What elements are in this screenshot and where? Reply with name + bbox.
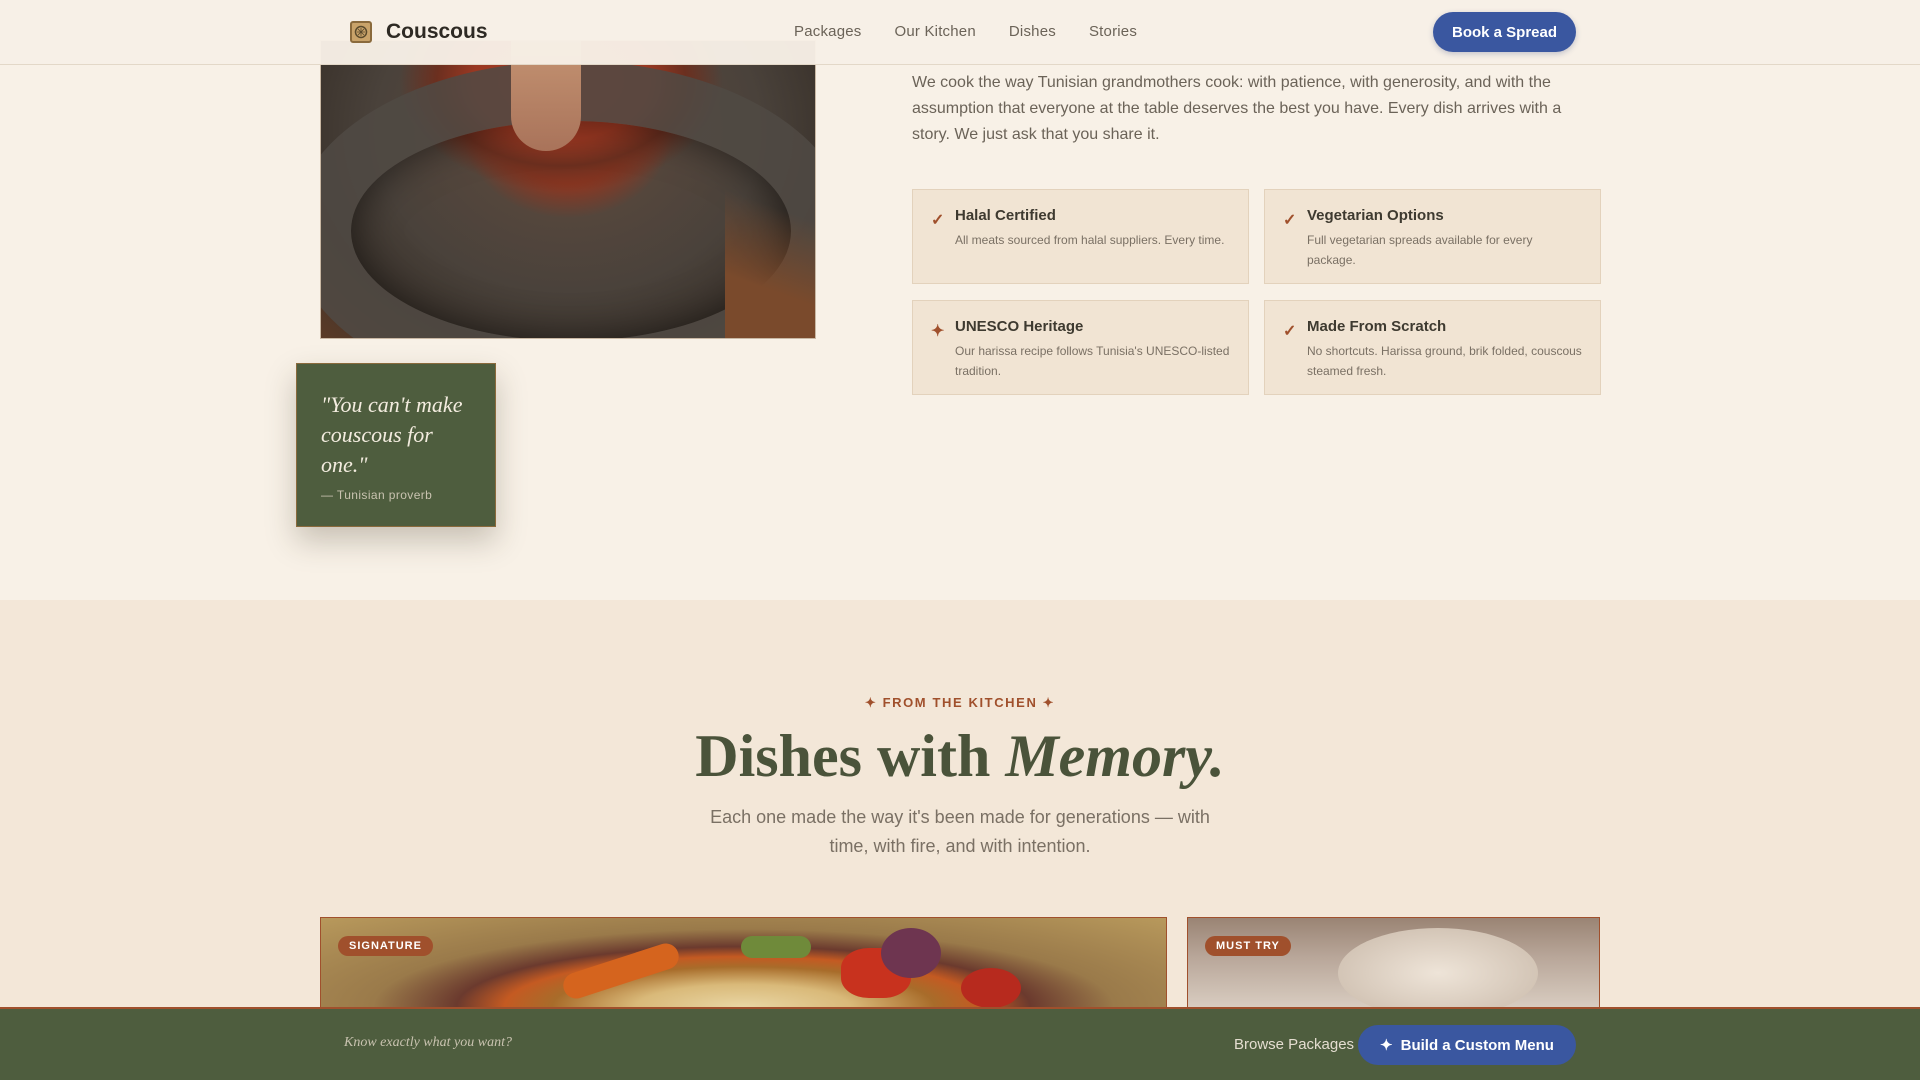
signature-badge: SIGNATURE (338, 936, 433, 956)
feature-desc: All meats sourced from halal suppliers. … (955, 233, 1225, 247)
feature-title: UNESCO Heritage (955, 318, 1084, 335)
feature-desc: Full vegetarian spreads available for ev… (1307, 233, 1533, 267)
site-header: Couscous Packages Our Kitchen Dishes Sto… (0, 0, 1920, 65)
sparkle-icon: ✦ (1380, 1037, 1393, 1054)
section-eyebrow: ✦ FROM THE KITCHEN ✦ (864, 695, 1056, 710)
feature-desc: No shortcuts. Harissa ground, brik folde… (1307, 344, 1582, 378)
build-custom-menu-button[interactable]: ✦ Build a Custom Menu (1358, 1025, 1576, 1065)
check-icon: ✓ (1283, 212, 1297, 229)
brand[interactable]: Couscous (350, 20, 488, 44)
quote-text: "You can't make couscous for one." (321, 392, 463, 477)
build-custom-menu-label: Build a Custom Menu (1400, 1036, 1554, 1054)
nav-stories[interactable]: Stories (1089, 23, 1137, 40)
section-title: Dishes with Memory. (0, 722, 1920, 791)
intro-paragraph: We cook the way Tunisian grandmothers co… (912, 74, 1562, 143)
book-spread-button[interactable]: Book a Spread (1433, 12, 1576, 52)
logo-icon (350, 21, 372, 43)
section-title-emphasis: Memory. (1005, 723, 1225, 789)
feature-scratch: ✓ Made From Scratch No shortcuts. Hariss… (1264, 300, 1601, 395)
quote-source: — Tunisian proverb (321, 488, 433, 502)
feature-title: Halal Certified (955, 207, 1056, 224)
sparkle-icon: ✦ (931, 323, 945, 340)
nav-dishes[interactable]: Dishes (1009, 23, 1056, 40)
main-nav: Packages Our Kitchen Dishes Stories (794, 23, 1137, 40)
dish-card-signature[interactable]: SIGNATURE (320, 917, 1167, 1007)
check-icon: ✓ (931, 212, 945, 229)
must-try-badge: MUST TRY (1205, 936, 1291, 956)
quote-card: "You can't make couscous for one." — Tun… (296, 363, 496, 527)
feature-unesco: ✦ UNESCO Heritage Our harissa recipe fol… (912, 300, 1249, 395)
brand-name: Couscous (386, 20, 488, 43)
sticky-bottom-bar: Know exactly what you want? Browse Packa… (0, 1007, 1920, 1080)
nav-our-kitchen[interactable]: Our Kitchen (894, 23, 975, 40)
feature-vegetarian: ✓ Vegetarian Options Full vegetarian spr… (1264, 189, 1601, 284)
bar-prompt: Know exactly what you want? (344, 1035, 512, 1050)
check-icon: ✓ (1283, 323, 1297, 340)
browse-packages-link[interactable]: Browse Packages (1234, 1036, 1354, 1053)
feature-title: Vegetarian Options (1307, 207, 1444, 224)
feature-halal: ✓ Halal Certified All meats sourced from… (912, 189, 1249, 284)
mortar-photo (320, 40, 816, 339)
section-title-plain: Dishes with (695, 723, 1006, 789)
feature-desc: Our harissa recipe follows Tunisia's UNE… (955, 344, 1230, 378)
section-subtitle: Each one made the way it's been made for… (710, 807, 1210, 856)
feature-title: Made From Scratch (1307, 318, 1447, 335)
dish-card-must-try[interactable]: MUST TRY (1187, 917, 1600, 1007)
nav-packages[interactable]: Packages (794, 23, 861, 40)
